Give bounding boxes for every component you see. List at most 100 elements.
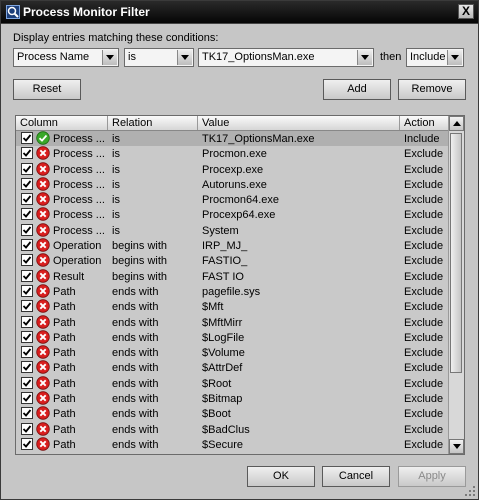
close-button[interactable]: X bbox=[458, 4, 474, 19]
relation-select-value: is bbox=[128, 51, 136, 63]
row-value-cell: IRP_MJ_ bbox=[202, 240, 248, 253]
chevron-down-icon[interactable] bbox=[447, 50, 462, 65]
column-header-value[interactable]: Value bbox=[198, 116, 400, 130]
row-action-cell: Exclude bbox=[404, 270, 444, 283]
row-column-cell: Process ... bbox=[53, 209, 105, 222]
enabled-checkbox[interactable] bbox=[21, 315, 33, 328]
enabled-checkbox[interactable] bbox=[21, 254, 33, 267]
scroll-thumb[interactable] bbox=[450, 133, 462, 373]
row-value-cell: FAST IO bbox=[202, 270, 244, 283]
table-row[interactable]: Path ends with $Boot Exclude bbox=[16, 406, 449, 421]
checkmark-icon bbox=[22, 409, 32, 418]
vertical-scrollbar[interactable] bbox=[448, 116, 464, 454]
column-header-column[interactable]: Column bbox=[16, 116, 108, 130]
enabled-checkbox[interactable] bbox=[21, 392, 33, 405]
row-value-cell: TK17_OptionsMan.exe bbox=[202, 133, 315, 145]
row-relation-cell: begins with bbox=[112, 270, 168, 283]
red-x-icon bbox=[36, 345, 50, 359]
enabled-checkbox[interactable] bbox=[21, 376, 33, 389]
table-row[interactable]: Process ... is Autoruns.exe Exclude bbox=[16, 177, 449, 192]
table-row[interactable]: Operation begins with FASTIO_ Exclude bbox=[16, 253, 449, 268]
checkmark-icon bbox=[22, 210, 32, 219]
enabled-checkbox[interactable] bbox=[21, 269, 33, 282]
row-action-cell: Exclude bbox=[404, 316, 444, 329]
row-column-cell: Path bbox=[53, 408, 76, 421]
table-row[interactable]: Path ends with $AttrDef Exclude bbox=[16, 360, 449, 375]
row-relation-cell: ends with bbox=[112, 362, 159, 375]
row-column-cell: Process ... bbox=[53, 163, 105, 176]
row-value-cell: $AttrDef bbox=[202, 362, 243, 375]
row-value-cell: Procexp.exe bbox=[202, 163, 264, 176]
resize-grip-icon[interactable] bbox=[464, 485, 476, 497]
enabled-checkbox[interactable] bbox=[21, 193, 33, 206]
remove-button[interactable]: Remove bbox=[398, 79, 466, 100]
row-column-cell: Path bbox=[53, 362, 76, 375]
table-row[interactable]: Process ... is Procmon.exe Exclude bbox=[16, 146, 449, 161]
enabled-checkbox[interactable] bbox=[21, 330, 33, 343]
enabled-checkbox[interactable] bbox=[21, 223, 33, 236]
enabled-checkbox[interactable] bbox=[21, 407, 33, 420]
red-x-icon bbox=[36, 360, 50, 375]
table-row[interactable]: Path ends with $Bitmap Exclude bbox=[16, 391, 449, 406]
row-action-cell: Exclude bbox=[404, 408, 444, 421]
enabled-checkbox[interactable] bbox=[21, 177, 33, 190]
red-x-icon bbox=[36, 207, 50, 222]
table-row[interactable]: Path ends with $Mft Exclude bbox=[16, 299, 449, 314]
table-row[interactable]: Process ... is Procexp64.exe Exclude bbox=[16, 207, 449, 222]
add-button[interactable]: Add bbox=[323, 79, 391, 100]
red-x-icon bbox=[36, 406, 50, 421]
column-select[interactable]: Process Name bbox=[13, 48, 119, 67]
table-row[interactable]: Path ends with $BadClus Exclude bbox=[16, 421, 449, 437]
table-row[interactable]: Path ends with $LogFile Exclude bbox=[16, 330, 449, 345]
table-row[interactable]: Process ... is Procexp.exe Exclude bbox=[16, 161, 449, 177]
chevron-down-icon[interactable] bbox=[177, 50, 192, 65]
row-column-cell: Operation bbox=[53, 240, 102, 253]
reset-button[interactable]: Reset bbox=[13, 79, 81, 100]
table-row[interactable]: Path ends with $Secure Exclude bbox=[16, 437, 449, 452]
table-row[interactable]: Process ... is TK17_OptionsMan.exe Include bbox=[16, 131, 449, 147]
enabled-checkbox[interactable] bbox=[21, 162, 33, 175]
table-row[interactable]: Process ... is Procmon64.exe Exclude bbox=[16, 192, 449, 207]
ok-button[interactable]: OK bbox=[247, 466, 315, 487]
enabled-checkbox[interactable] bbox=[21, 361, 33, 374]
row-relation-cell: ends with bbox=[112, 423, 159, 436]
enabled-checkbox[interactable] bbox=[21, 437, 33, 450]
row-column-cell: Path bbox=[53, 285, 76, 298]
enabled-checkbox[interactable] bbox=[21, 300, 33, 313]
enabled-checkbox[interactable] bbox=[21, 147, 33, 160]
red-x-icon bbox=[36, 253, 50, 268]
relation-select[interactable]: is bbox=[124, 48, 194, 67]
table-row[interactable]: Path ends with $Root Exclude bbox=[16, 376, 449, 391]
table-row[interactable]: Path ends with $Volume Exclude bbox=[16, 345, 449, 360]
cancel-button[interactable]: Cancel bbox=[322, 466, 390, 487]
checkmark-icon bbox=[22, 394, 32, 402]
scroll-down-icon[interactable] bbox=[449, 439, 464, 454]
action-select[interactable]: Include bbox=[406, 48, 464, 67]
enabled-checkbox[interactable] bbox=[21, 239, 33, 252]
red-x-icon bbox=[36, 268, 50, 283]
apply-button[interactable]: Apply bbox=[398, 466, 466, 487]
filter-list[interactable]: Column Relation Value Action Process ...… bbox=[15, 115, 465, 455]
table-row[interactable]: Path ends with $MftMirr Exclude bbox=[16, 314, 449, 330]
enabled-checkbox[interactable] bbox=[21, 284, 33, 297]
enabled-checkbox[interactable] bbox=[21, 346, 33, 359]
enabled-checkbox[interactable] bbox=[21, 208, 33, 221]
chevron-down-icon[interactable] bbox=[102, 50, 117, 65]
column-header-action[interactable]: Action bbox=[400, 116, 449, 130]
row-value-cell: Procmon.exe bbox=[202, 148, 267, 161]
table-row[interactable]: Process ... is System Exclude bbox=[16, 223, 449, 238]
enabled-checkbox[interactable] bbox=[21, 422, 33, 435]
process-monitor-icon bbox=[6, 5, 20, 19]
value-combobox[interactable]: TK17_OptionsMan.exe bbox=[198, 48, 374, 67]
column-header-relation[interactable]: Relation bbox=[108, 116, 198, 130]
table-row[interactable]: Operation begins with IRP_MJ_ Exclude bbox=[16, 238, 449, 253]
table-row[interactable]: Result begins with FAST IO Exclude bbox=[16, 268, 449, 284]
checkmark-icon bbox=[22, 180, 32, 188]
chevron-down-icon[interactable] bbox=[357, 50, 372, 65]
row-column-cell: Path bbox=[53, 423, 76, 436]
row-relation-cell: is bbox=[112, 194, 120, 207]
row-relation-cell: ends with bbox=[112, 408, 159, 421]
enabled-checkbox[interactable] bbox=[21, 132, 33, 144]
scroll-up-icon[interactable] bbox=[449, 116, 464, 131]
table-row[interactable]: Path ends with pagefile.sys Exclude bbox=[16, 284, 449, 299]
